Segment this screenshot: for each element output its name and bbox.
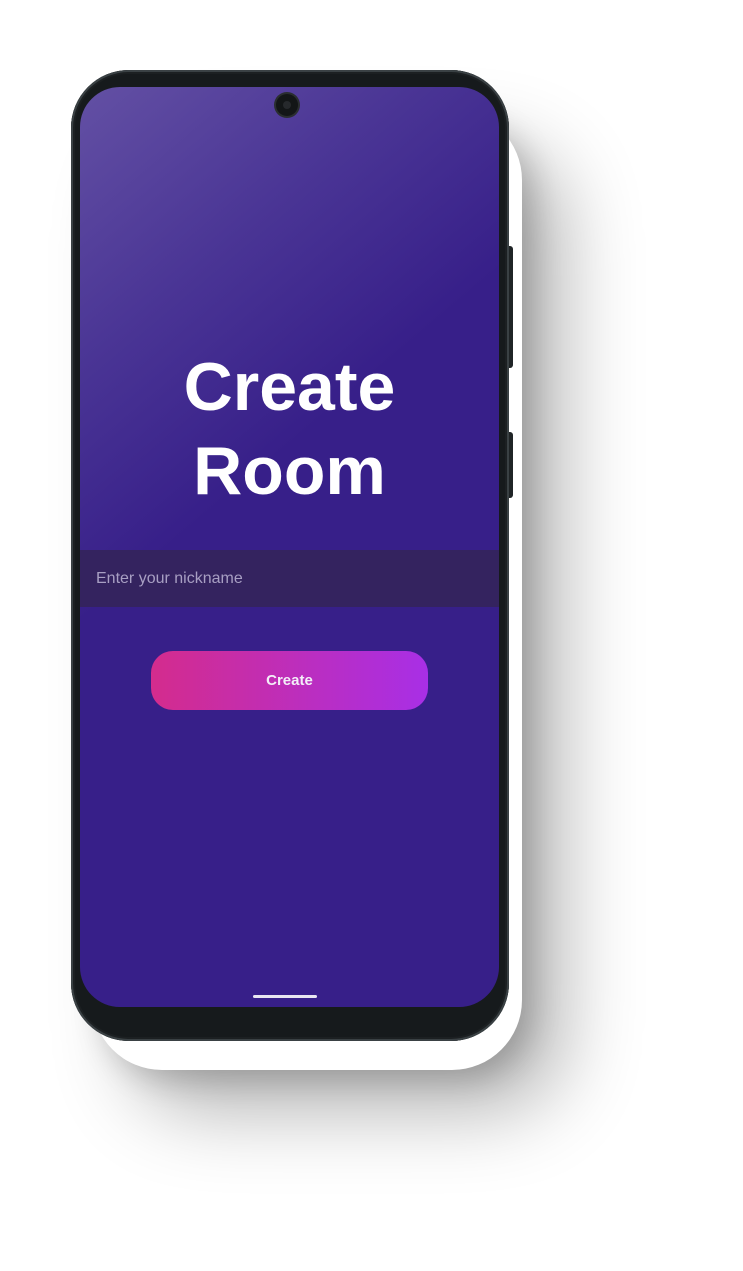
power-button — [509, 432, 513, 498]
home-indicator[interactable] — [253, 995, 317, 998]
page-title: Create Room — [80, 345, 499, 513]
title-line-2: Room — [193, 433, 386, 509]
device-mockup: Create Room Create — [0, 0, 743, 1271]
title-line-1: Create — [183, 349, 396, 425]
create-button[interactable]: Create — [151, 651, 428, 710]
volume-button — [509, 246, 513, 368]
app-screen: Create Room Create — [80, 87, 499, 1007]
nickname-input[interactable] — [80, 550, 499, 607]
front-camera-icon — [276, 94, 298, 116]
